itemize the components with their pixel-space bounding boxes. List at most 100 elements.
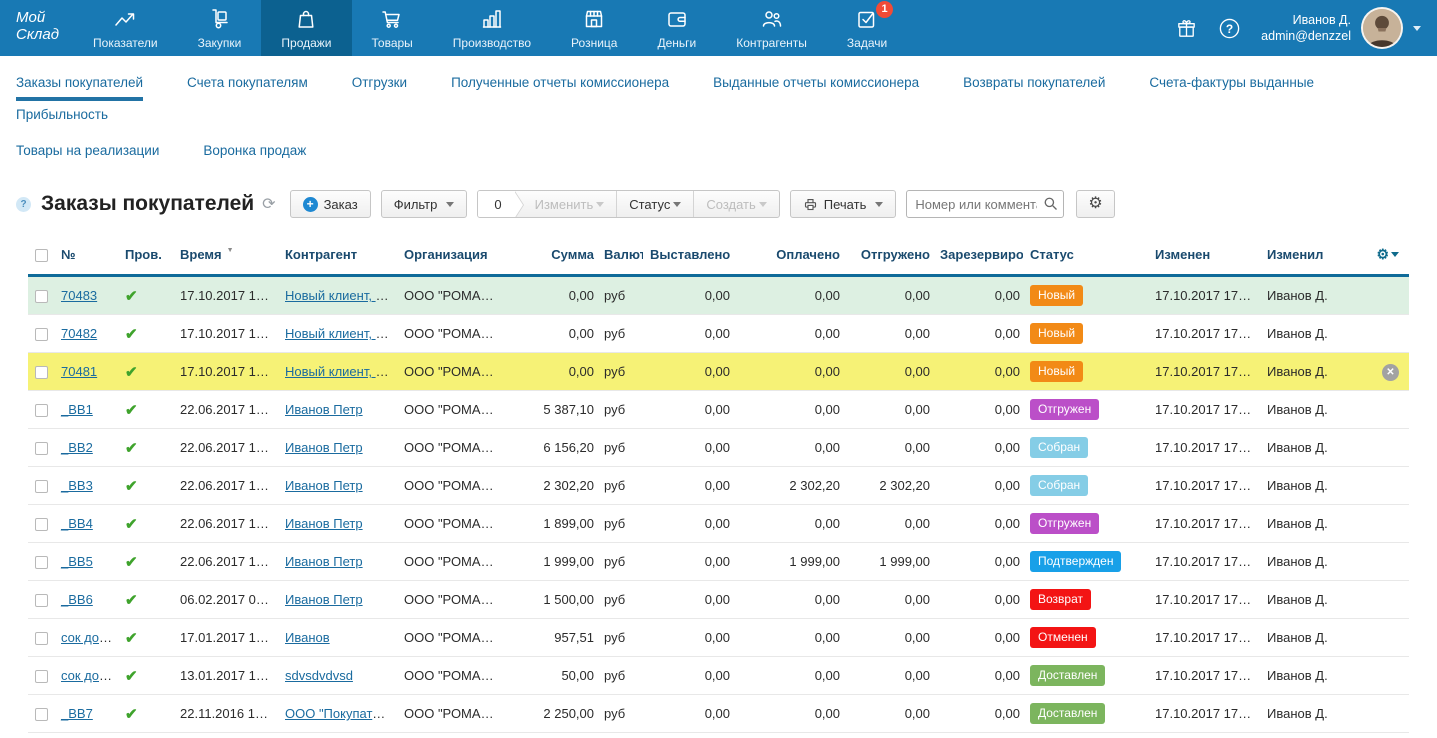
nav-item-cart[interactable]: Товары (352, 0, 433, 56)
col-header-contragent[interactable]: Контрагент (278, 237, 397, 276)
col-header-izmenen[interactable]: Изменен (1148, 237, 1260, 276)
col-header-otgruzheno[interactable]: Отгружено (843, 237, 933, 276)
status-badge[interactable]: Доставлен (1030, 703, 1105, 724)
contragent-link[interactable]: Новый клиент, источ... (285, 326, 397, 341)
table-row[interactable]: _ВВ4✔22.06.2017 15:38Иванов ПетрООО "РОМ… (28, 505, 1409, 543)
table-row[interactable]: _ВВ3✔22.06.2017 15:38Иванов ПетрООО "РОМ… (28, 467, 1409, 505)
table-row[interactable]: 70481✔17.10.2017 13:21Новый клиент, исто… (28, 353, 1409, 391)
user-menu[interactable]: Иванов Д. admin@denzzel (1261, 7, 1421, 49)
col-header-summa[interactable]: Сумма (502, 237, 597, 276)
status-badge[interactable]: Подтвержден (1030, 551, 1121, 572)
table-row[interactable]: 70483✔17.10.2017 13:22Новый клиент, исто… (28, 276, 1409, 315)
search-icon[interactable] (1043, 196, 1058, 216)
help-icon[interactable]: ? (1218, 17, 1241, 40)
gift-icon[interactable] (1175, 17, 1198, 40)
tab-link[interactable]: Товары на реализации (16, 137, 159, 169)
tab-link[interactable]: Счета покупателям (187, 69, 308, 101)
status-badge[interactable]: Собран (1030, 475, 1088, 496)
col-header-org[interactable]: Организация (397, 237, 502, 276)
status-badge[interactable]: Новый (1030, 285, 1083, 306)
contragent-link[interactable]: Иванов Петр (285, 516, 363, 531)
close-icon[interactable]: ✕ (1382, 364, 1399, 381)
row-checkbox[interactable] (35, 290, 48, 303)
status-button[interactable]: Статус (616, 191, 693, 217)
order-number-link[interactable]: 70481 (61, 364, 97, 379)
col-header-num[interactable]: № (54, 237, 118, 276)
row-checkbox[interactable] (35, 480, 48, 493)
nav-item-hand-truck[interactable]: Закупки (178, 0, 262, 56)
change-button[interactable]: Изменить (515, 191, 617, 217)
col-header-oplacheno[interactable]: Оплачено (733, 237, 843, 276)
contragent-link[interactable]: Иванов Петр (285, 440, 363, 455)
row-checkbox[interactable] (35, 556, 48, 569)
order-number-link[interactable]: 70482 (61, 326, 97, 341)
col-header-izmenil[interactable]: Изменил (1260, 237, 1362, 276)
row-checkbox[interactable] (35, 404, 48, 417)
contragent-link[interactable]: Новый клиент, источ... (285, 288, 397, 303)
tab-active[interactable]: Заказы покупателей (16, 69, 143, 101)
order-number-link[interactable]: 70483 (61, 288, 97, 303)
col-header-proven[interactable]: Пров. (118, 237, 173, 276)
tab-link[interactable]: Воронка продаж (203, 137, 306, 169)
nav-item-wallet[interactable]: Деньги (637, 0, 716, 56)
refresh-icon[interactable]: ⟳ (262, 194, 275, 214)
settings-button[interactable]: ⚙ (1076, 190, 1114, 218)
order-number-link[interactable]: _ВВ2 (61, 440, 93, 455)
row-checkbox[interactable] (35, 518, 48, 531)
tab-link[interactable]: Возвраты покупателей (963, 69, 1105, 101)
col-header-time[interactable]: Время▼ (173, 237, 278, 276)
table-row[interactable]: _ВВ1✔22.06.2017 15:38Иванов ПетрООО "РОМ… (28, 391, 1409, 429)
contragent-link[interactable]: Иванов Петр (285, 478, 363, 493)
app-logo[interactable]: Мой Склад (0, 0, 73, 56)
tab-link[interactable]: Счета-фактуры выданные (1149, 69, 1314, 101)
status-badge[interactable]: Доставлен (1030, 665, 1105, 686)
order-number-link[interactable]: _ВВ4 (61, 516, 93, 531)
order-number-link[interactable]: _ВВ3 (61, 478, 93, 493)
table-row[interactable]: сок добр...✔13.01.2017 14:03sdvsdvdvsdОО… (28, 657, 1409, 695)
row-checkbox[interactable] (35, 670, 48, 683)
row-checkbox[interactable] (35, 442, 48, 455)
row-checkbox[interactable] (35, 594, 48, 607)
filter-button[interactable]: Фильтр (381, 190, 468, 218)
order-number-link[interactable]: _ВВ1 (61, 402, 93, 417)
order-number-link[interactable]: сок добр... (61, 668, 118, 683)
nav-item-people[interactable]: Контрагенты (716, 0, 827, 56)
order-number-link[interactable]: _ВВ5 (61, 554, 93, 569)
table-row[interactable]: _ВВ2✔22.06.2017 15:38Иванов ПетрООО "РОМ… (28, 429, 1409, 467)
status-badge[interactable]: Собран (1030, 437, 1088, 458)
contragent-link[interactable]: Новый клиент, источ... (285, 364, 397, 379)
tab-link[interactable]: Полученные отчеты комиссионера (451, 69, 669, 101)
order-number-link[interactable]: сок добр... (61, 630, 118, 645)
contragent-link[interactable]: Иванов (285, 630, 330, 645)
nav-item-chart-line[interactable]: Показатели (73, 0, 178, 56)
tab-link[interactable]: Отгрузки (352, 69, 407, 101)
col-header-zarezervirovano[interactable]: Зарезервиро... (933, 237, 1023, 276)
status-badge[interactable]: Отгружен (1030, 399, 1099, 420)
tab-link[interactable]: Выданные отчеты комиссионера (713, 69, 919, 101)
search-input[interactable] (906, 190, 1064, 218)
create-button[interactable]: Создать (693, 191, 778, 217)
contragent-link[interactable]: ООО "Покупатель" (285, 706, 397, 721)
table-row[interactable]: _ВВ6✔06.02.2017 09:43Иванов ПетрООО "РОМ… (28, 581, 1409, 619)
new-order-button[interactable]: + Заказ (290, 190, 371, 218)
contragent-link[interactable]: Иванов Петр (285, 402, 363, 417)
status-badge[interactable]: Отменен (1030, 627, 1096, 648)
contragent-link[interactable]: sdvsdvdvsd (285, 668, 353, 683)
print-button[interactable]: Печать (790, 190, 897, 218)
row-checkbox[interactable] (35, 632, 48, 645)
status-badge[interactable]: Отгружен (1030, 513, 1099, 534)
table-row[interactable]: сок добр...✔17.01.2017 10:47ИвановООО "Р… (28, 619, 1409, 657)
table-row[interactable]: 70482✔17.10.2017 13:21Новый клиент, исто… (28, 315, 1409, 353)
nav-item-store[interactable]: Розница (551, 0, 637, 56)
status-badge[interactable]: Новый (1030, 361, 1083, 382)
columns-gear-icon[interactable]: ⚙ (1376, 246, 1399, 262)
page-help-icon[interactable]: ? (16, 197, 31, 212)
row-checkbox[interactable] (35, 366, 48, 379)
order-number-link[interactable]: _ВВ7 (61, 706, 93, 721)
select-all-checkbox[interactable] (35, 249, 48, 262)
nav-item-shopping-bag[interactable]: Продажи (261, 0, 351, 56)
table-row[interactable]: 00001✔15.04.2016 12:05Розничный покупате… (28, 733, 1409, 738)
table-row[interactable]: _ВВ7✔22.11.2016 18:17ООО "Покупатель"ООО… (28, 695, 1409, 733)
contragent-link[interactable]: Иванов Петр (285, 592, 363, 607)
col-header-vystavleno[interactable]: Выставлено с... (643, 237, 733, 276)
